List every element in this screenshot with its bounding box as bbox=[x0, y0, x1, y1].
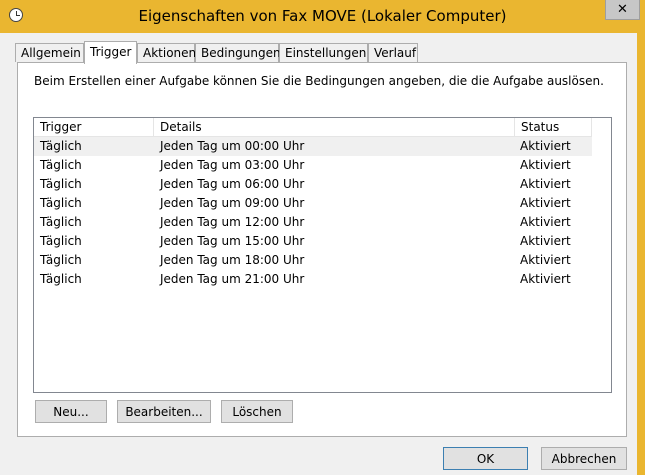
status-cell: Aktiviert bbox=[520, 196, 571, 210]
column-header-details[interactable]: Details bbox=[154, 118, 515, 137]
table-row[interactable]: Täglich Jeden Tag um 00:00 Uhr Aktiviert bbox=[34, 137, 592, 156]
tab-bedingungen[interactable]: Bedingungen bbox=[195, 43, 281, 62]
description-text: Beim Erstellen einer Aufgabe können Sie … bbox=[34, 74, 604, 88]
status-cell: Aktiviert bbox=[520, 139, 571, 153]
new-trigger-button[interactable]: Neu... bbox=[35, 400, 107, 423]
trigger-cell: Täglich bbox=[40, 215, 82, 229]
details-cell: Jeden Tag um 18:00 Uhr bbox=[160, 253, 305, 267]
trigger-cell: Täglich bbox=[40, 158, 82, 172]
table-row[interactable]: Täglich Jeden Tag um 09:00 Uhr Aktiviert bbox=[34, 194, 592, 213]
tab-aktionen[interactable]: Aktionen bbox=[137, 43, 196, 62]
close-button[interactable]: ✕ bbox=[605, 0, 640, 20]
trigger-cell: Täglich bbox=[40, 139, 82, 153]
edit-trigger-button[interactable]: Bearbeiten... bbox=[117, 400, 211, 423]
table-row[interactable]: Täglich Jeden Tag um 18:00 Uhr Aktiviert bbox=[34, 251, 592, 270]
trigger-cell: Täglich bbox=[40, 272, 82, 286]
properties-dialog: Eigenschaften von Fax MOVE (Lokaler Comp… bbox=[0, 0, 645, 475]
details-cell: Jeden Tag um 21:00 Uhr bbox=[160, 272, 305, 286]
status-cell: Aktiviert bbox=[520, 177, 571, 191]
details-cell: Jeden Tag um 06:00 Uhr bbox=[160, 177, 305, 191]
details-cell: Jeden Tag um 03:00 Uhr bbox=[160, 158, 305, 172]
trigger-cell: Täglich bbox=[40, 177, 82, 191]
table-row[interactable]: Täglich Jeden Tag um 06:00 Uhr Aktiviert bbox=[34, 175, 592, 194]
table-row[interactable]: Täglich Jeden Tag um 12:00 Uhr Aktiviert bbox=[34, 213, 592, 232]
cancel-button[interactable]: Abbrechen bbox=[541, 447, 627, 470]
trigger-cell: Täglich bbox=[40, 253, 82, 267]
trigger-cell: Täglich bbox=[40, 196, 82, 210]
status-cell: Aktiviert bbox=[520, 253, 571, 267]
table-row[interactable]: Täglich Jeden Tag um 21:00 Uhr Aktiviert bbox=[34, 270, 592, 289]
list-header: Trigger Details Status bbox=[34, 118, 611, 137]
ok-button[interactable]: OK bbox=[443, 447, 528, 470]
status-cell: Aktiviert bbox=[520, 234, 571, 248]
trigger-panel: Beim Erstellen einer Aufgabe können Sie … bbox=[17, 62, 627, 437]
trigger-cell: Täglich bbox=[40, 234, 82, 248]
details-cell: Jeden Tag um 00:00 Uhr bbox=[160, 139, 305, 153]
table-row[interactable]: Täglich Jeden Tag um 15:00 Uhr Aktiviert bbox=[34, 232, 592, 251]
delete-trigger-button[interactable]: Löschen bbox=[221, 400, 293, 423]
status-cell: Aktiviert bbox=[520, 158, 571, 172]
window-border bbox=[637, 33, 645, 475]
window-title: Eigenschaften von Fax MOVE (Lokaler Comp… bbox=[138, 7, 507, 25]
status-cell: Aktiviert bbox=[520, 215, 571, 229]
trigger-list[interactable]: Trigger Details Status Täglich Jeden Tag… bbox=[33, 117, 612, 393]
details-cell: Jeden Tag um 09:00 Uhr bbox=[160, 196, 305, 210]
table-row[interactable]: Täglich Jeden Tag um 03:00 Uhr Aktiviert bbox=[34, 156, 592, 175]
title-bar[interactable]: Eigenschaften von Fax MOVE (Lokaler Comp… bbox=[0, 0, 645, 33]
column-header-status[interactable]: Status bbox=[515, 118, 592, 137]
tab-einstellungen[interactable]: Einstellungen bbox=[279, 43, 368, 62]
column-header-trigger[interactable]: Trigger bbox=[34, 118, 154, 137]
tab-allgemein[interactable]: Allgemein bbox=[15, 43, 84, 62]
details-cell: Jeden Tag um 15:00 Uhr bbox=[160, 234, 305, 248]
status-cell: Aktiviert bbox=[520, 272, 571, 286]
details-cell: Jeden Tag um 12:00 Uhr bbox=[160, 215, 305, 229]
tab-verlauf[interactable]: Verlauf bbox=[368, 43, 418, 62]
tab-trigger[interactable]: Trigger bbox=[84, 41, 137, 64]
